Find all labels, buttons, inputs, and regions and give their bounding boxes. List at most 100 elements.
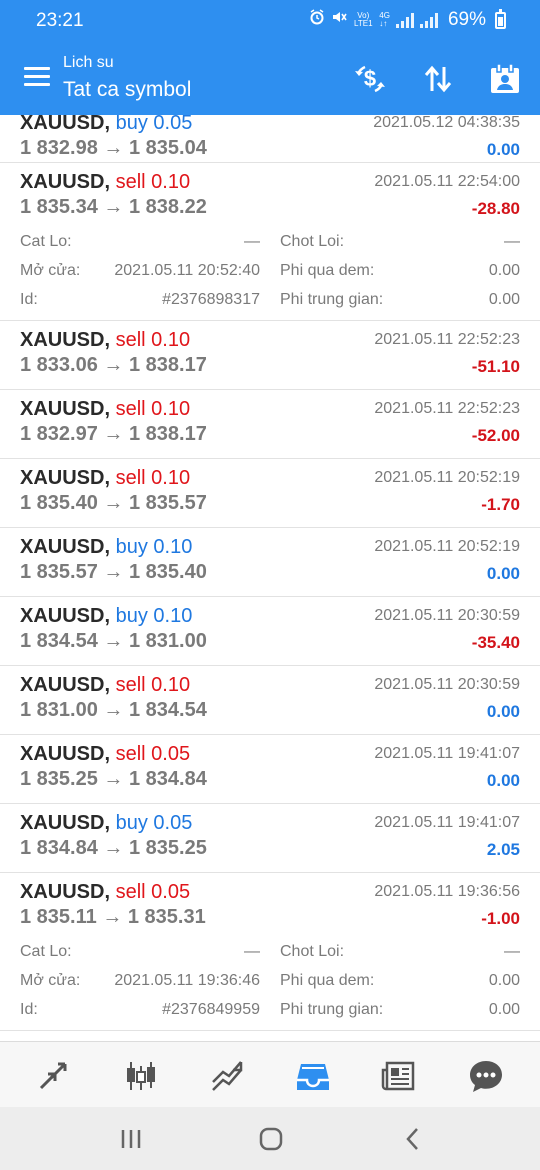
trade-time: 2021.05.11 20:30:59: [374, 676, 520, 693]
svg-text:$: $: [364, 66, 376, 91]
trade-prices: 1 835.57 → 1 835.40: [20, 561, 207, 583]
alarm-icon: [309, 9, 325, 31]
trade-prices: 1 832.98 → 1 835.04: [20, 137, 207, 159]
chat-icon[interactable]: [466, 1056, 506, 1096]
swap-label: Phi qua dem:: [280, 972, 375, 989]
stop-loss-label: Cat Lo:: [20, 233, 72, 250]
mute-icon: [331, 9, 347, 31]
trade-profit: 2.05: [486, 840, 520, 859]
open-time-label: Mở cửa:: [20, 262, 81, 279]
stop-loss-value: —: [244, 943, 260, 960]
swap-label: Phi qua dem:: [280, 262, 375, 279]
trade-title: XAUUSD, sell 0.05: [20, 743, 191, 765]
trade-time: 2021.05.11 22:52:23: [374, 400, 520, 417]
trade-profit: -35.40: [471, 633, 520, 652]
trade-title: XAUUSD, buy 0.05: [20, 115, 193, 134]
trade-icon[interactable]: [207, 1056, 247, 1096]
trade-prices: 1 834.84 → 1 835.25: [20, 837, 207, 859]
trade-details: Cat Lo: — Chot Loi: — Mở cửa: 2021.05.11…: [0, 943, 540, 1023]
trade-time: 2021.05.11 19:36:56: [374, 883, 520, 900]
trade-profit: 0.00: [486, 702, 520, 721]
trade-profit: -1.70: [481, 495, 520, 514]
trade-time: 2021.05.11 19:41:07: [374, 814, 520, 831]
trade-row[interactable]: XAUUSD, buy 0.05 1 832.98 → 1 835.04 202…: [0, 115, 540, 163]
trade-title: XAUUSD, sell 0.10: [20, 329, 191, 351]
trade-profit: -1.00: [481, 909, 520, 928]
trade-prices: 1 835.25 → 1 834.84: [20, 768, 207, 790]
trade-profit: -28.80: [471, 199, 520, 218]
commission-label: Phi trung gian:: [280, 1001, 384, 1018]
status-icons: Vo) LTE1 4G ↓↑ 69%: [309, 8, 506, 31]
currency-exchange-icon[interactable]: $: [351, 60, 389, 98]
status-bar: 23:21 Vo) LTE1 4G ↓↑ 69%: [0, 0, 540, 42]
trade-prices: 1 835.11 → 1 835.31: [20, 906, 206, 928]
order-id-value: #2376849959: [162, 1001, 260, 1018]
battery-percent: 69%: [447, 9, 486, 30]
stop-loss-label: Cat Lo:: [20, 943, 72, 960]
trade-profit: 0.00: [486, 564, 520, 583]
trade-title: XAUUSD, sell 0.10: [20, 467, 191, 489]
status-time: 23:21: [36, 10, 84, 31]
take-profit-value: —: [504, 233, 520, 250]
trade-row-expanded[interactable]: XAUUSD, sell 0.10 1 835.34 → 1 838.22 20…: [0, 163, 540, 321]
sort-icon[interactable]: [419, 60, 457, 98]
trade-profit: -51.10: [471, 357, 520, 376]
commission-value: 0.00: [488, 291, 520, 308]
order-id-label: Id:: [20, 1001, 38, 1018]
system-nav-bar: [0, 1107, 540, 1170]
trade-row[interactable]: XAUUSD, sell 0.10 1 831.00 → 1 834.54 20…: [0, 666, 540, 735]
trade-title: XAUUSD, sell 0.05: [20, 881, 191, 903]
trade-row[interactable]: XAUUSD, buy 0.10 1 835.57 → 1 835.40 202…: [0, 528, 540, 597]
trade-row-expanded[interactable]: XAUUSD, sell 0.05 1 835.11 → 1 835.31 20…: [0, 873, 540, 1031]
open-time-value: 2021.05.11 19:36:46: [114, 972, 260, 989]
history-icon[interactable]: [293, 1056, 333, 1096]
trade-prices: 1 831.00 → 1 834.54: [20, 699, 207, 721]
trade-time: 2021.05.11 19:41:07: [374, 745, 520, 762]
volte-icon: Vo) LTE1: [354, 11, 373, 28]
trade-profit: 0.00: [486, 771, 520, 790]
app-bar-subtitle: Lich su: [63, 54, 114, 71]
recent-apps-icon[interactable]: [116, 1125, 146, 1153]
stop-loss-value: —: [244, 233, 260, 250]
open-time-value: 2021.05.11 20:52:40: [114, 262, 260, 279]
trade-prices: 1 835.40 → 1 835.57: [20, 492, 207, 514]
chart-icon[interactable]: [121, 1056, 161, 1096]
trade-history-list[interactable]: XAUUSD, buy 0.05 1 832.98 → 1 835.04 202…: [0, 115, 540, 1041]
signal-icon: [395, 12, 414, 28]
trade-time: 2021.05.11 20:52:19: [374, 469, 520, 486]
back-icon[interactable]: [398, 1125, 428, 1153]
commission-value: 0.00: [488, 1001, 520, 1018]
take-profit-value: —: [504, 943, 520, 960]
swap-value: 0.00: [488, 972, 520, 989]
bottom-tab-bar: [0, 1041, 540, 1107]
network-type: 4G ↓↑: [379, 11, 390, 28]
swap-value: 0.00: [488, 262, 520, 279]
trade-time: 2021.05.11 22:54:00: [374, 173, 520, 190]
trade-time: 2021.05.11 22:52:23: [374, 331, 520, 348]
trade-row[interactable]: XAUUSD, sell 0.10 1 832.97 → 1 838.17 20…: [0, 390, 540, 459]
app-bar-title[interactable]: Tat ca symbol: [63, 78, 191, 102]
trade-row[interactable]: XAUUSD, sell 0.10 1 833.06 → 1 838.17 20…: [0, 321, 540, 390]
trade-details: Cat Lo: — Chot Loi: — Mở cửa: 2021.05.11…: [0, 233, 540, 313]
trade-prices: 1 834.54 → 1 831.00: [20, 630, 207, 652]
menu-icon[interactable]: [24, 67, 50, 89]
trade-title: XAUUSD, sell 0.10: [20, 398, 191, 420]
trade-prices: 1 832.97 → 1 838.17: [20, 423, 207, 445]
trade-row[interactable]: XAUUSD, sell 0.05 1 835.25 → 1 834.84 20…: [0, 735, 540, 804]
trade-title: XAUUSD, buy 0.10: [20, 605, 193, 627]
trade-prices: 1 835.34 → 1 838.22: [20, 196, 207, 218]
quotes-icon[interactable]: [33, 1056, 73, 1096]
trade-row[interactable]: XAUUSD, buy 0.05 1 834.84 → 1 835.25 202…: [0, 804, 540, 873]
news-icon[interactable]: [379, 1056, 419, 1096]
trade-row[interactable]: XAUUSD, buy 0.10 1 834.54 → 1 831.00 202…: [0, 597, 540, 666]
commission-label: Phi trung gian:: [280, 291, 384, 308]
order-id-label: Id:: [20, 291, 38, 308]
battery-icon: [495, 8, 506, 29]
trade-title: XAUUSD, buy 0.05: [20, 812, 193, 834]
open-time-label: Mở cửa:: [20, 972, 81, 989]
calendar-icon[interactable]: [486, 60, 524, 98]
home-icon[interactable]: [256, 1125, 286, 1153]
trade-profit: 0.00: [486, 140, 520, 159]
trade-time: 2021.05.11 20:52:19: [374, 538, 520, 555]
trade-row[interactable]: XAUUSD, sell 0.10 1 835.40 → 1 835.57 20…: [0, 459, 540, 528]
